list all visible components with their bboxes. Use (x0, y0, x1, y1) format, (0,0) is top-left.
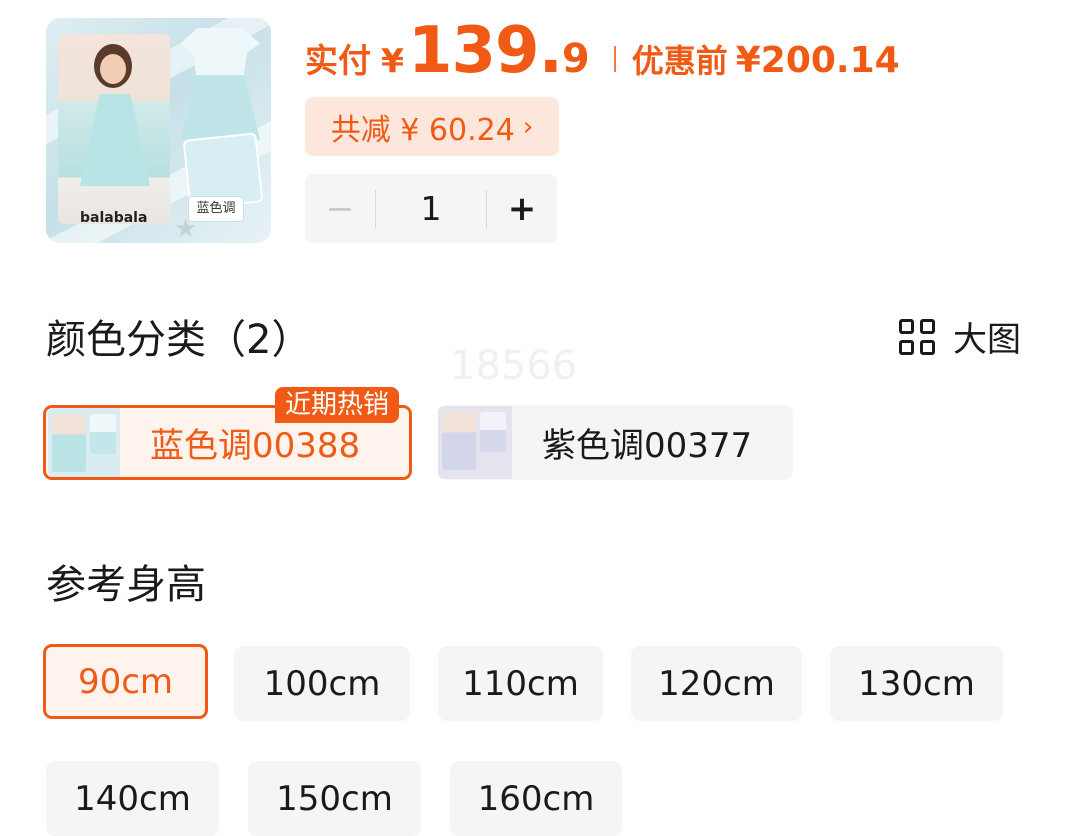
size-option-90cm[interactable]: 90cm (43, 644, 208, 719)
hot-sale-badge: 近期热销 (275, 387, 400, 423)
quantity-stepper[interactable]: − 1 + (305, 174, 557, 243)
pay-label: 实付 (305, 41, 371, 80)
color-option-thumbnail (48, 408, 120, 477)
color-option-purple[interactable]: 紫色调00377 (438, 405, 793, 480)
grid-icon (899, 318, 935, 355)
color-section-title: 颜色分类（2） (46, 317, 312, 363)
original-price-label: 优惠前 (631, 42, 728, 80)
currency-symbol: ¥ (381, 41, 404, 80)
price-divider (613, 46, 616, 72)
price-row: 实付 ¥ 139. 9 优惠前 ¥200.14 (305, 14, 900, 94)
original-price: ¥200.14 (735, 40, 900, 81)
big-image-toggle[interactable]: 大图 (899, 312, 1021, 361)
discount-label: 共减 ¥ 60.24 (330, 112, 515, 148)
big-image-label: 大图 (953, 320, 1021, 360)
height-section-title: 参考身高 (46, 562, 206, 608)
watermark: 18566 (450, 343, 578, 389)
quantity-value[interactable]: 1 (376, 189, 486, 228)
dress-flatlay (180, 28, 260, 140)
decrease-quantity-button[interactable]: − (305, 189, 375, 229)
size-option-130cm[interactable]: 130cm (830, 646, 1003, 721)
product-thumbnail[interactable]: ★ balabala 蓝色调 (46, 18, 271, 243)
increase-quantity-button[interactable]: + (487, 189, 557, 229)
size-option-150cm[interactable]: 150cm (248, 761, 421, 836)
color-option-label: 蓝色调00388 (150, 426, 361, 466)
discount-detail-button[interactable]: 共减 ¥ 60.24 › (305, 97, 559, 156)
size-option-140cm[interactable]: 140cm (46, 761, 219, 836)
image-color-tag: 蓝色调 (188, 196, 244, 222)
price-integer: 139. (407, 14, 563, 88)
color-option-thumbnail (438, 406, 512, 479)
size-option-100cm[interactable]: 100cm (234, 646, 410, 721)
size-option-160cm[interactable]: 160cm (450, 761, 622, 836)
size-option-110cm[interactable]: 110cm (438, 646, 603, 721)
size-option-120cm[interactable]: 120cm (631, 646, 802, 721)
chevron-right-icon: › (522, 111, 534, 142)
price-decimal: 9 (561, 36, 590, 82)
brand-logo: balabala (80, 210, 148, 226)
color-option-label: 紫色调00377 (542, 426, 753, 466)
model-photo (58, 34, 170, 224)
